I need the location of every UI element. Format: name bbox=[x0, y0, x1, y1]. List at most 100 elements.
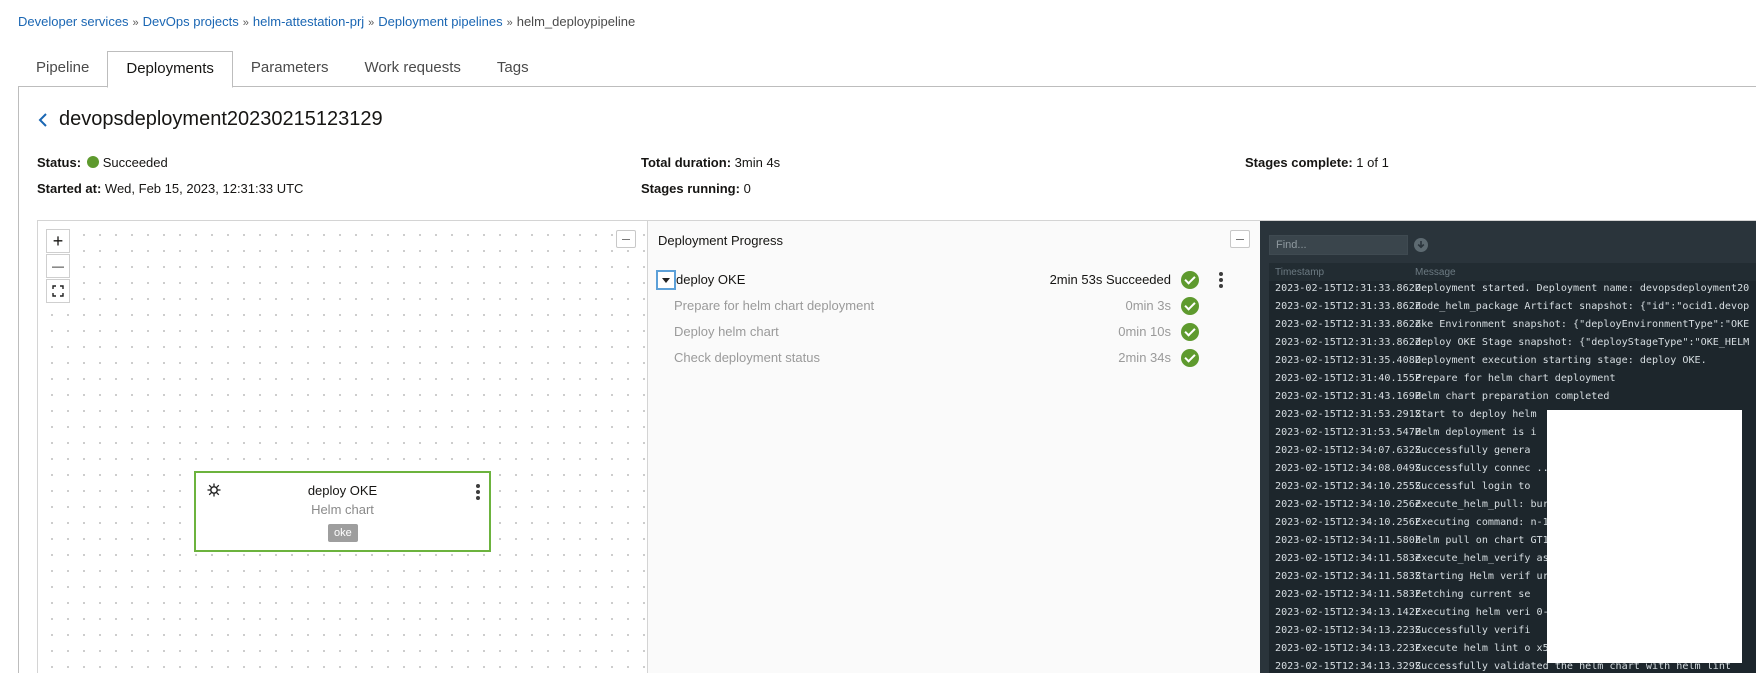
step-name: Deploy helm chart bbox=[674, 324, 779, 339]
stage-row-deploy-oke: deploy OKE 2min 53s Succeeded bbox=[656, 270, 1230, 290]
tab-work-requests[interactable]: Work requests bbox=[346, 51, 478, 87]
log-message: Successfully verifi bbox=[1415, 625, 1531, 636]
started-field: Started at: Wed, Feb 15, 2023, 12:31:33 … bbox=[37, 181, 303, 196]
stage-expand-toggle[interactable] bbox=[656, 270, 676, 290]
back-arrow-icon[interactable] bbox=[37, 110, 49, 130]
log-message: Fetching current se bbox=[1415, 589, 1531, 600]
log-find-input[interactable] bbox=[1269, 235, 1408, 255]
log-timestamp: 2023-02-15T12:34:07.632Z bbox=[1275, 445, 1421, 456]
log-row: 2023-02-15T12:31:33.862Z Deployment start… bbox=[1269, 281, 1756, 299]
page-title: devopsdeployment20230215123129 bbox=[59, 108, 383, 130]
log-message: Deployment execution starting stage: dep… bbox=[1415, 355, 1707, 366]
stage-menu-icon[interactable] bbox=[1216, 271, 1226, 289]
deployment-panels: + — deploy OKE Helm chart oke Deployment… bbox=[37, 220, 1756, 673]
breadcrumb-separator: » bbox=[368, 17, 375, 29]
log-message: execute_helm_pull: bur bbox=[1415, 499, 1549, 510]
success-check-icon bbox=[1181, 323, 1199, 341]
log-message: oke Environment snapshot: {"deployEnviro… bbox=[1415, 319, 1750, 330]
step-time: 2min 34s bbox=[1118, 350, 1171, 365]
canvas-collapse-button[interactable] bbox=[616, 230, 636, 248]
log-message: Prepare for helm chart deployment bbox=[1415, 373, 1616, 384]
zoom-out-button[interactable]: — bbox=[46, 254, 70, 278]
log-table-header: Timestamp Message bbox=[1269, 263, 1756, 281]
breadcrumb-separator: » bbox=[506, 17, 513, 29]
log-timestamp: 2023-02-15T12:34:10.256Z bbox=[1275, 517, 1421, 528]
step-row: Deploy helm chart 0min 10s bbox=[674, 322, 1230, 342]
log-message: Deployment started. Deployment name: dev… bbox=[1415, 283, 1750, 294]
fit-to-screen-button[interactable] bbox=[46, 279, 70, 303]
log-message: Execute helm lint o x5 bbox=[1415, 643, 1549, 654]
log-timestamp: 2023-02-15T12:34:11.583Z bbox=[1275, 589, 1421, 600]
download-logs-icon[interactable] bbox=[1413, 237, 1429, 253]
log-message: Start to deploy helm bbox=[1415, 409, 1537, 420]
tab-parameters[interactable]: Parameters bbox=[233, 51, 347, 87]
duration-value: 3min 4s bbox=[734, 155, 781, 170]
running-label: Stages running: bbox=[641, 181, 740, 196]
duration-field: Total duration: 3min 4s bbox=[641, 155, 780, 170]
step-time: 0min 10s bbox=[1118, 324, 1171, 339]
zoom-in-button[interactable]: + bbox=[46, 229, 70, 253]
step-row: Check deployment status 2min 34s bbox=[674, 348, 1230, 368]
log-timestamp: 2023-02-15T12:34:11.583Z bbox=[1275, 553, 1421, 564]
log-message: Helm chart preparation completed bbox=[1415, 391, 1610, 402]
log-timestamp: 2023-02-15T12:34:10.256Z bbox=[1275, 499, 1421, 510]
tab-deployments[interactable]: Deployments bbox=[107, 51, 233, 88]
message-column-header: Message bbox=[1415, 267, 1456, 278]
log-message: Successful login to bbox=[1415, 481, 1531, 492]
progress-collapse-button[interactable] bbox=[1230, 230, 1250, 248]
pipeline-canvas[interactable]: + — deploy OKE Helm chart oke bbox=[38, 221, 648, 673]
log-message: execute_helm_verify as bbox=[1415, 553, 1549, 564]
fit-screen-icon bbox=[52, 285, 64, 297]
plus-icon: + bbox=[52, 231, 64, 251]
tab-divider bbox=[18, 86, 1756, 87]
complete-value: 1 of 1 bbox=[1356, 155, 1389, 170]
status-field: Status: Succeeded bbox=[37, 155, 168, 170]
log-timestamp: 2023-02-15T12:34:13.142Z bbox=[1275, 607, 1421, 618]
log-timestamp: 2023-02-15T12:34:11.583Z bbox=[1275, 571, 1421, 582]
log-timestamp: 2023-02-15T12:31:33.862Z bbox=[1275, 337, 1421, 348]
breadcrumb-developer-services[interactable]: Developer services bbox=[18, 14, 129, 29]
timestamp-column-header: Timestamp bbox=[1275, 267, 1325, 278]
log-timestamp: 2023-02-15T12:34:13.223Z bbox=[1275, 625, 1421, 636]
log-message: Successfully genera bbox=[1415, 445, 1531, 456]
log-row: 2023-02-15T12:31:35.408Z Deployment execu… bbox=[1269, 353, 1756, 371]
breadcrumb-deployment-pipelines[interactable]: Deployment pipelines bbox=[378, 14, 502, 29]
stage-node-deploy-oke[interactable]: deploy OKE Helm chart oke bbox=[194, 471, 491, 552]
stage-name: deploy OKE bbox=[676, 272, 746, 287]
log-timestamp: 2023-02-15T12:34:08.049Z bbox=[1275, 463, 1421, 474]
log-row: 2023-02-15T12:31:33.862Z deploy OKE Stage… bbox=[1269, 335, 1756, 353]
stage-time-status: 2min 53s Succeeded bbox=[1049, 272, 1171, 287]
minus-icon: — bbox=[52, 259, 64, 273]
complete-label: Stages complete: bbox=[1245, 155, 1353, 170]
status-value: Succeeded bbox=[102, 155, 168, 170]
duration-label: Total duration: bbox=[641, 155, 732, 170]
log-row: 2023-02-15T12:31:33.862Z node_helm_packag… bbox=[1269, 299, 1756, 317]
log-row: 2023-02-15T12:31:33.862Z oke Environment … bbox=[1269, 317, 1756, 335]
tab-pipeline[interactable]: Pipeline bbox=[18, 51, 107, 87]
breadcrumb-devops-projects[interactable]: DevOps projects bbox=[143, 14, 239, 29]
stage-node-menu-icon[interactable] bbox=[473, 483, 483, 501]
deployment-progress-panel: Deployment Progress deploy OKE 2min 53s … bbox=[648, 221, 1260, 673]
status-label: Status: bbox=[37, 155, 82, 170]
started-label: Started at: bbox=[37, 181, 102, 196]
running-field: Stages running: 0 bbox=[641, 181, 751, 196]
tab-tags[interactable]: Tags bbox=[479, 51, 547, 87]
content-border bbox=[18, 86, 19, 673]
step-time: 0min 3s bbox=[1125, 298, 1171, 313]
log-message: node_helm_package Artifact snapshot: {"i… bbox=[1415, 301, 1750, 312]
redaction-box bbox=[1547, 410, 1742, 663]
log-row: 2023-02-15T12:31:40.155Z Prepare for helm… bbox=[1269, 371, 1756, 389]
tab-bar: Pipeline Deployments Parameters Work req… bbox=[18, 51, 547, 88]
log-timestamp: 2023-02-15T12:34:13.223Z bbox=[1275, 643, 1421, 654]
success-check-icon bbox=[1181, 271, 1199, 289]
log-message: Executing command: n-1 bbox=[1415, 517, 1549, 528]
step-name: Prepare for helm chart deployment bbox=[674, 298, 875, 313]
log-message: Successfully connec ...a bbox=[1415, 463, 1561, 474]
stage-node-title: deploy OKE bbox=[307, 483, 378, 498]
breadcrumb-project[interactable]: helm-attestation-prj bbox=[253, 14, 364, 29]
progress-title: Deployment Progress bbox=[658, 233, 783, 248]
log-timestamp: 2023-02-15T12:31:43.169Z bbox=[1275, 391, 1421, 402]
title-row: devopsdeployment20230215123129 bbox=[37, 108, 383, 131]
breadcrumb-separator: » bbox=[132, 17, 139, 29]
log-timestamp: 2023-02-15T12:31:33.862Z bbox=[1275, 283, 1421, 294]
